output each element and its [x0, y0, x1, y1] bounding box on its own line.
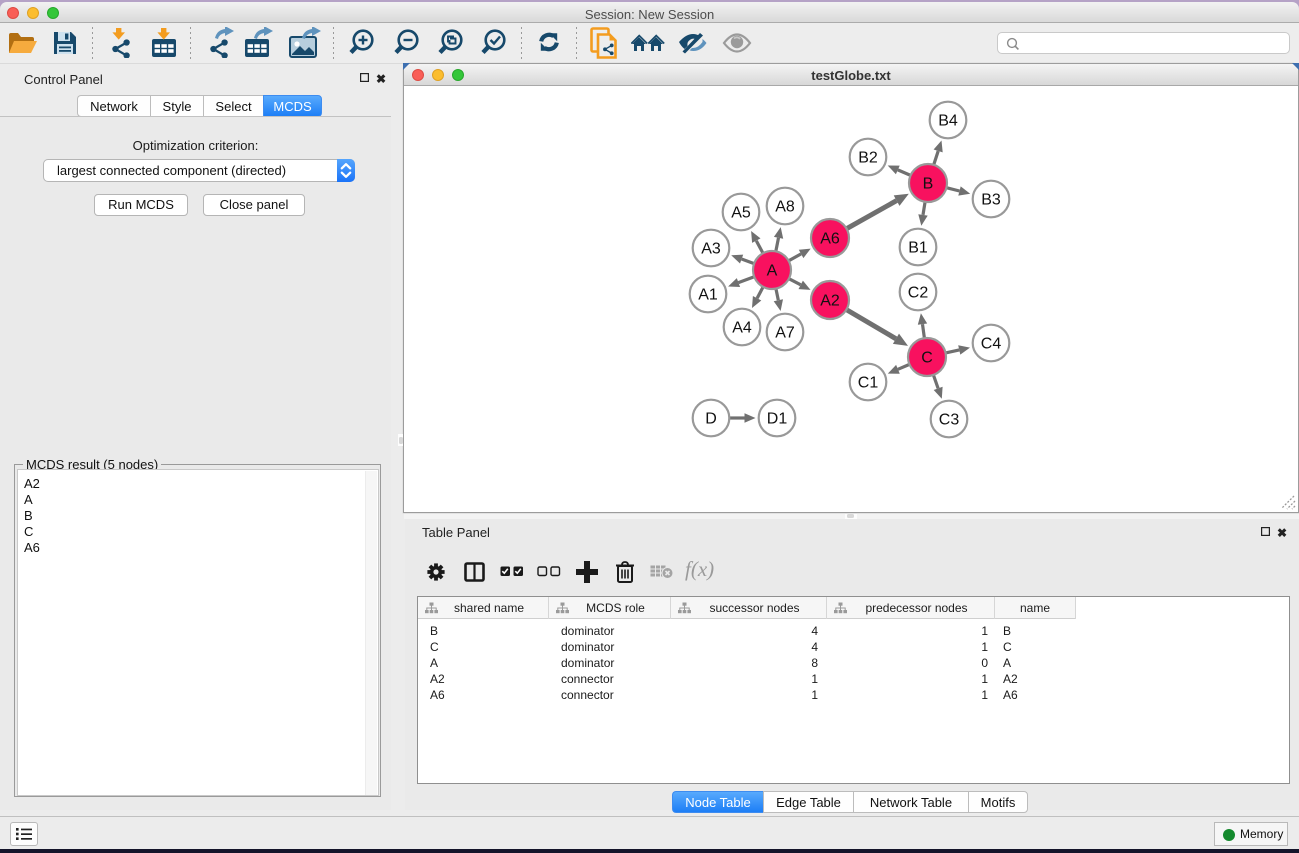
svg-text:B: B: [923, 176, 934, 193]
svg-text:C: C: [921, 350, 933, 367]
svg-text:A6: A6: [820, 231, 840, 248]
svg-text:A2: A2: [820, 293, 840, 310]
svg-text:A3: A3: [701, 241, 721, 258]
svg-text:C4: C4: [981, 336, 1002, 353]
svg-text:B3: B3: [981, 192, 1001, 209]
svg-text:A5: A5: [731, 205, 751, 222]
svg-text:C1: C1: [858, 375, 879, 392]
svg-text:A: A: [767, 263, 778, 280]
svg-text:D: D: [705, 411, 717, 428]
svg-text:A7: A7: [775, 325, 795, 342]
svg-text:B4: B4: [938, 113, 958, 130]
svg-text:C3: C3: [939, 412, 960, 429]
svg-text:D1: D1: [767, 411, 788, 428]
svg-text:B1: B1: [908, 240, 928, 257]
svg-text:A1: A1: [698, 287, 718, 304]
svg-text:A4: A4: [732, 320, 752, 337]
svg-text:A8: A8: [775, 199, 795, 216]
svg-text:B2: B2: [858, 150, 878, 167]
svg-text:C2: C2: [908, 285, 929, 302]
